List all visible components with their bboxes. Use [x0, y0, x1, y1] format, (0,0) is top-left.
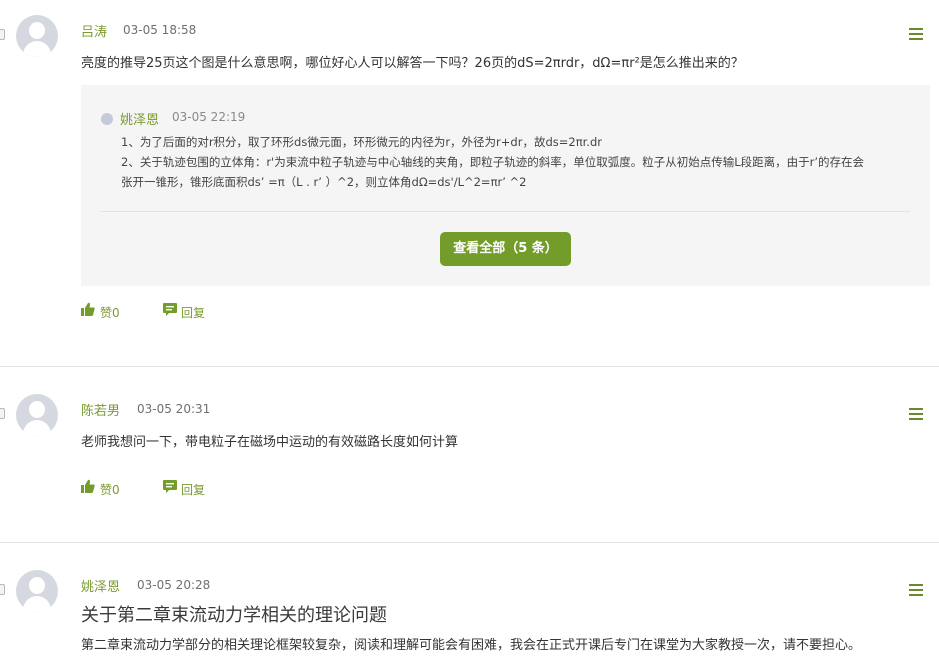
comment-content: 老师我想问一下，带电粒子在磁场中运动的有效磁路长度如何计算 — [81, 435, 459, 450]
reply-line: 2、关于轨迹包围的立体角：r'为束流中粒子轨迹与中心轴线的夹角，即粒子轨迹的斜率… — [121, 155, 864, 169]
edge-checkbox[interactable] — [0, 29, 5, 40]
like-label: 赞0 — [100, 483, 120, 497]
reply-label: 回复 — [181, 306, 206, 320]
comment-title: 关于第二章束流动力学相关的理论问题 — [81, 605, 387, 626]
comment-bubble-icon — [163, 303, 177, 316]
comment-item: 吕涛 03-05 18:58 亮度的推导25页这个图是什么意思啊，哪位好心人可以… — [0, 0, 939, 366]
comment-content: 第二章束流动力学部分的相关理论框架较复杂，阅读和理解可能会有困难，我会在正式开课… — [81, 638, 862, 653]
edge-checkbox[interactable] — [0, 408, 5, 419]
comment-item: 姚泽恩 03-05 20:28 关于第二章束流动力学相关的理论问题 第二章束流动… — [0, 543, 939, 660]
reply-divider — [101, 211, 910, 212]
edge-checkbox[interactable] — [0, 584, 5, 595]
menu-icon[interactable] — [908, 584, 924, 596]
comment-bubble-icon — [163, 480, 177, 493]
comment-time: 03-05 20:28 — [137, 578, 211, 592]
thumbs-up-icon — [81, 302, 95, 316]
avatar[interactable] — [16, 570, 58, 612]
reply-line: 张开一锥形，锥形底面积ds’ =π（L . r’ ）^2，则立体角dΩ=ds'/… — [121, 175, 527, 189]
comment-content: 亮度的推导25页这个图是什么意思啊，哪位好心人可以解答一下吗？26页的dS=2π… — [81, 56, 744, 71]
menu-icon[interactable] — [908, 408, 924, 420]
comment-author[interactable]: 陈若男 — [81, 400, 120, 419]
reply-time: 03-05 22:19 — [172, 110, 246, 124]
reply-author[interactable]: 姚泽恩 — [120, 109, 159, 128]
reply-avatar[interactable] — [101, 113, 113, 125]
comment-item: 陈若男 03-05 20:31 老师我想问一下，带电粒子在磁场中运动的有效磁路长… — [0, 367, 939, 542]
reply-line: 1、为了后面的对r积分，取了环形ds微元面，环形微元的内径为r，外径为r+dr，… — [121, 135, 602, 149]
comment-time: 03-05 18:58 — [123, 23, 197, 37]
avatar[interactable] — [16, 15, 58, 57]
reply-label: 回复 — [181, 483, 206, 497]
menu-icon[interactable] — [908, 28, 924, 40]
comment-author[interactable]: 姚泽恩 — [81, 576, 120, 595]
comment-author[interactable]: 吕涛 — [81, 21, 107, 40]
comment-time: 03-05 20:31 — [137, 402, 211, 416]
view-all-replies-button[interactable]: 查看全部（5 条） — [440, 232, 571, 266]
avatar[interactable] — [16, 394, 58, 436]
like-label: 赞0 — [100, 306, 120, 320]
reply-section: 姚泽恩 03-05 22:19 1、为了后面的对r积分，取了环形ds微元面，环形… — [81, 85, 930, 286]
thumbs-up-icon — [81, 479, 95, 493]
